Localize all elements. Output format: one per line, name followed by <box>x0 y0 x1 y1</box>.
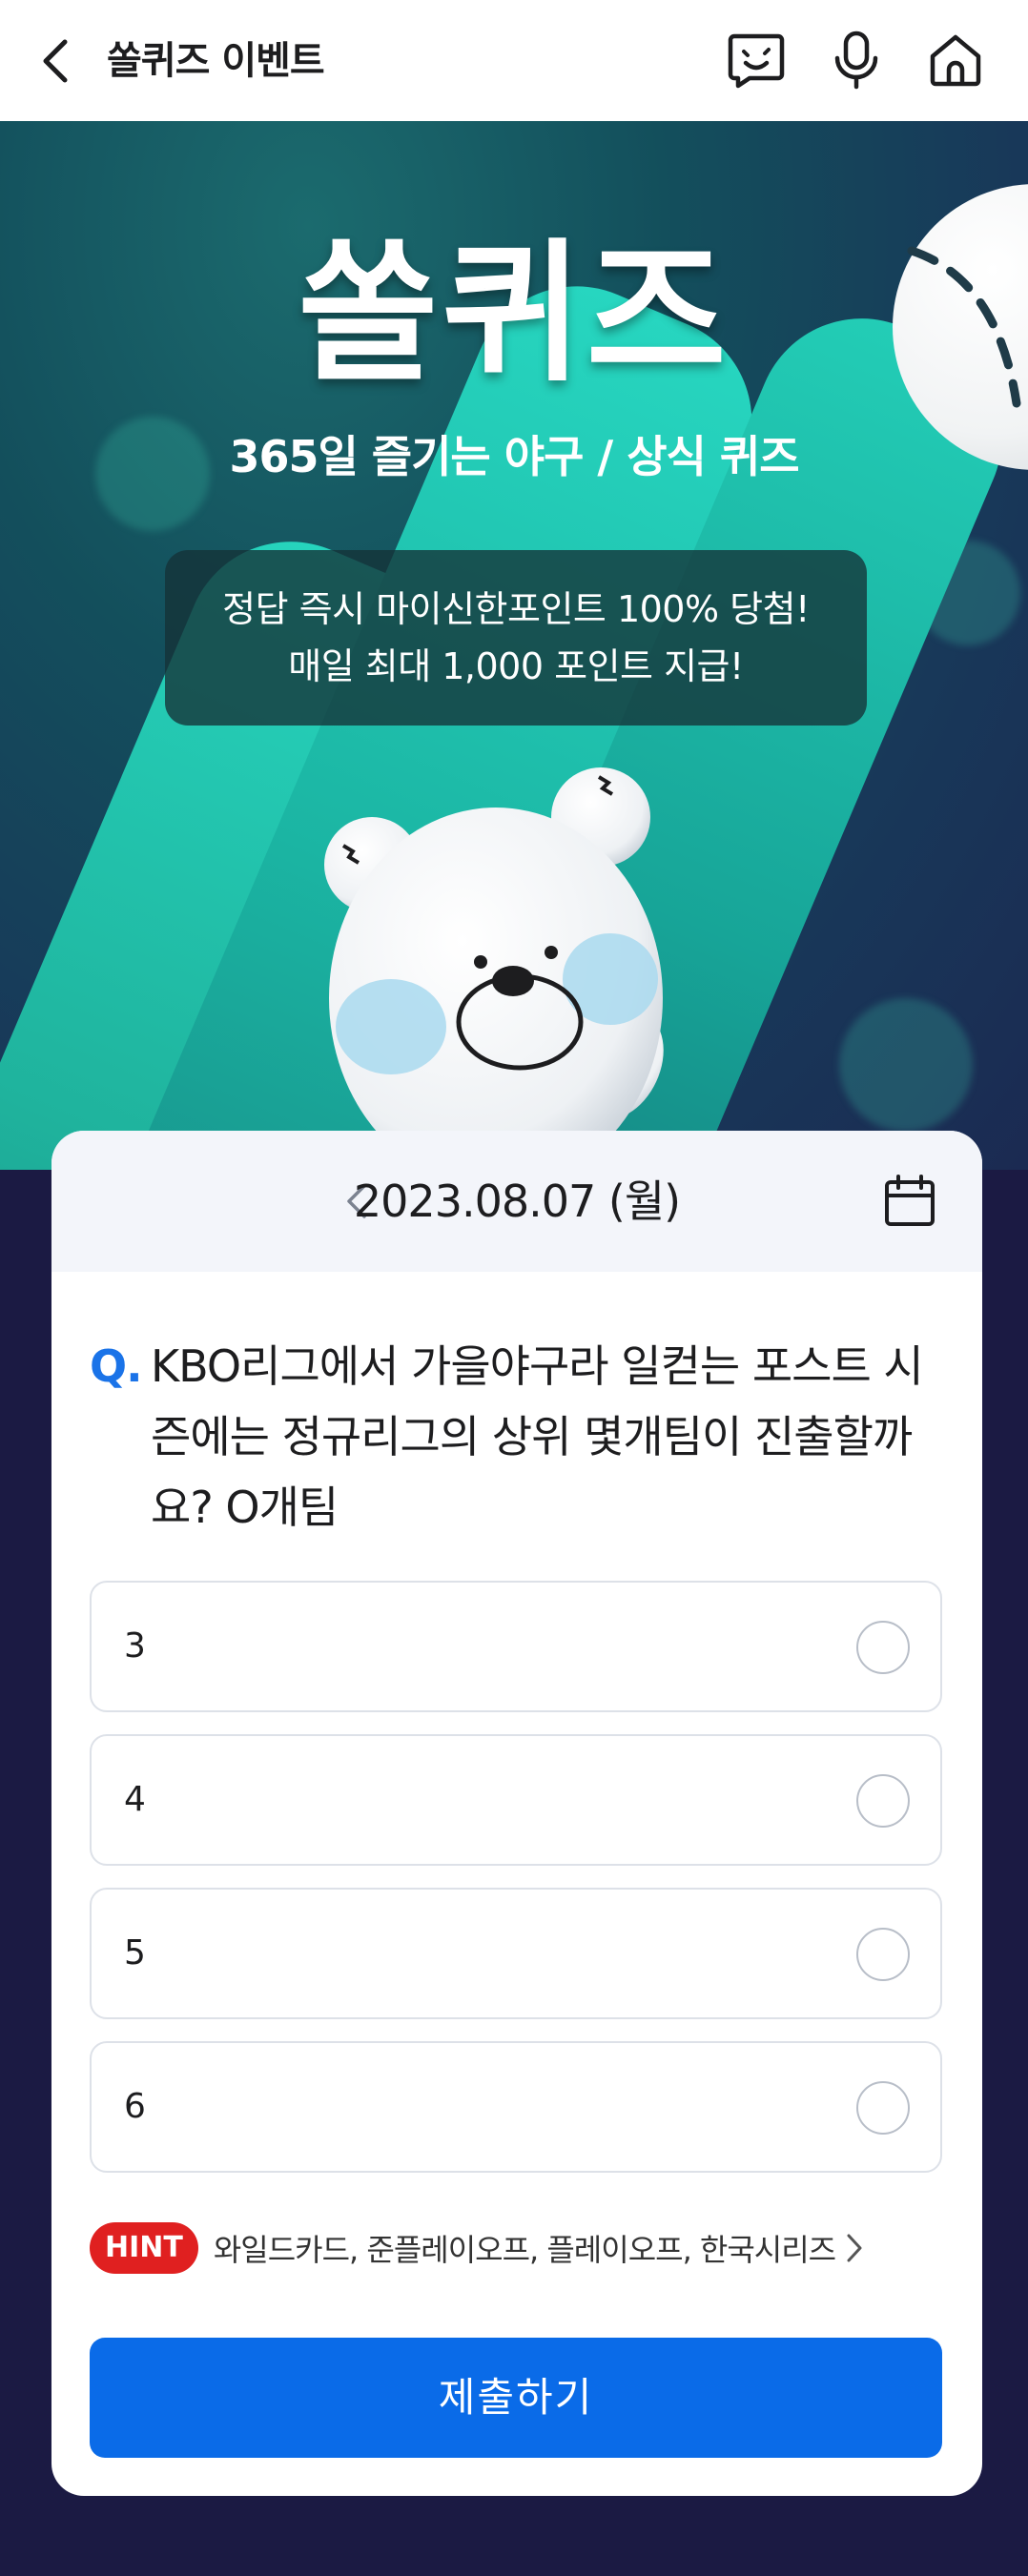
date-selector: 2023.08.07 (월) <box>51 1131 982 1272</box>
notice-line: 매일 최대 1,000 포인트 지급! <box>288 645 744 687</box>
option-label: 6 <box>124 2087 146 2126</box>
answer-option-4[interactable]: 6 <box>90 2041 942 2173</box>
hero-subtitle: 365일 즐기는 야구 / 상식 퀴즈 <box>229 431 799 482</box>
header-title: 쏠퀴즈 이벤트 <box>107 39 325 83</box>
option-label: 3 <box>124 1626 146 1666</box>
home-icon <box>930 34 981 87</box>
answer-option-1[interactable]: 3 <box>90 1581 942 1712</box>
answer-option-3[interactable]: 5 <box>90 1888 942 2019</box>
hint-link[interactable]: HINT 와일드카드, 준플레이오프, 플레이오프, 한국시리즈 <box>90 2219 864 2277</box>
radio-button[interactable] <box>856 2081 910 2135</box>
answer-option-2[interactable]: 4 <box>90 1734 942 1866</box>
mascot-bear-icon <box>324 767 664 1170</box>
option-label: 5 <box>124 1933 146 1973</box>
home-button[interactable] <box>922 27 989 93</box>
calendar-icon <box>885 1175 935 1226</box>
microphone-icon <box>834 31 878 90</box>
voice-button[interactable] <box>823 27 890 93</box>
top-header: 쏠퀴즈 이벤트 <box>0 0 1028 121</box>
radio-button[interactable] <box>856 1774 910 1828</box>
chatbot-button[interactable] <box>723 27 790 93</box>
back-arrow-icon <box>43 39 68 83</box>
question-text: KBO리그에서 가을야구라 일컫는 포스트 시즌에는 정규리그의 상위 몇개팀이… <box>151 1340 924 1533</box>
chatbot-icon <box>728 33 785 89</box>
calendar-button[interactable] <box>881 1173 938 1230</box>
hint-badge: HINT <box>90 2222 198 2274</box>
event-notice: 정답 즉시 마이신한포인트 100% 당첨! 매일 최대 1,000 포인트 지… <box>165 550 867 726</box>
question-mark-label: Q. <box>90 1340 143 1392</box>
chevron-right-icon <box>845 2232 864 2264</box>
bokeh-light <box>839 998 973 1132</box>
quiz-question: Q. KBO리그에서 가을야구라 일컫는 포스트 시즌에는 정규리그의 상위 몇… <box>90 1331 948 1543</box>
quiz-date: 2023.08.07 (월) <box>353 1176 681 1227</box>
hero-title: 쏠퀴즈 <box>298 224 730 402</box>
hint-text: 와일드카드, 준플레이오프, 플레이오프, 한국시리즈 <box>213 2232 836 2268</box>
radio-button[interactable] <box>856 1928 910 1981</box>
submit-button[interactable]: 제출하기 <box>90 2338 942 2458</box>
back-button[interactable] <box>38 32 92 90</box>
option-label: 4 <box>124 1780 146 1819</box>
notice-line: 정답 즉시 마이신한포인트 100% 당첨! <box>222 588 810 630</box>
radio-button[interactable] <box>856 1621 910 1674</box>
hero-banner: 쏠퀴즈 365일 즐기는 야구 / 상식 퀴즈 정답 즉시 마이신한포인트 10… <box>0 121 1028 1170</box>
quiz-card: 2023.08.07 (월) Q. KBO리그에서 가을야구라 일컫는 포스트 … <box>51 1131 982 2496</box>
